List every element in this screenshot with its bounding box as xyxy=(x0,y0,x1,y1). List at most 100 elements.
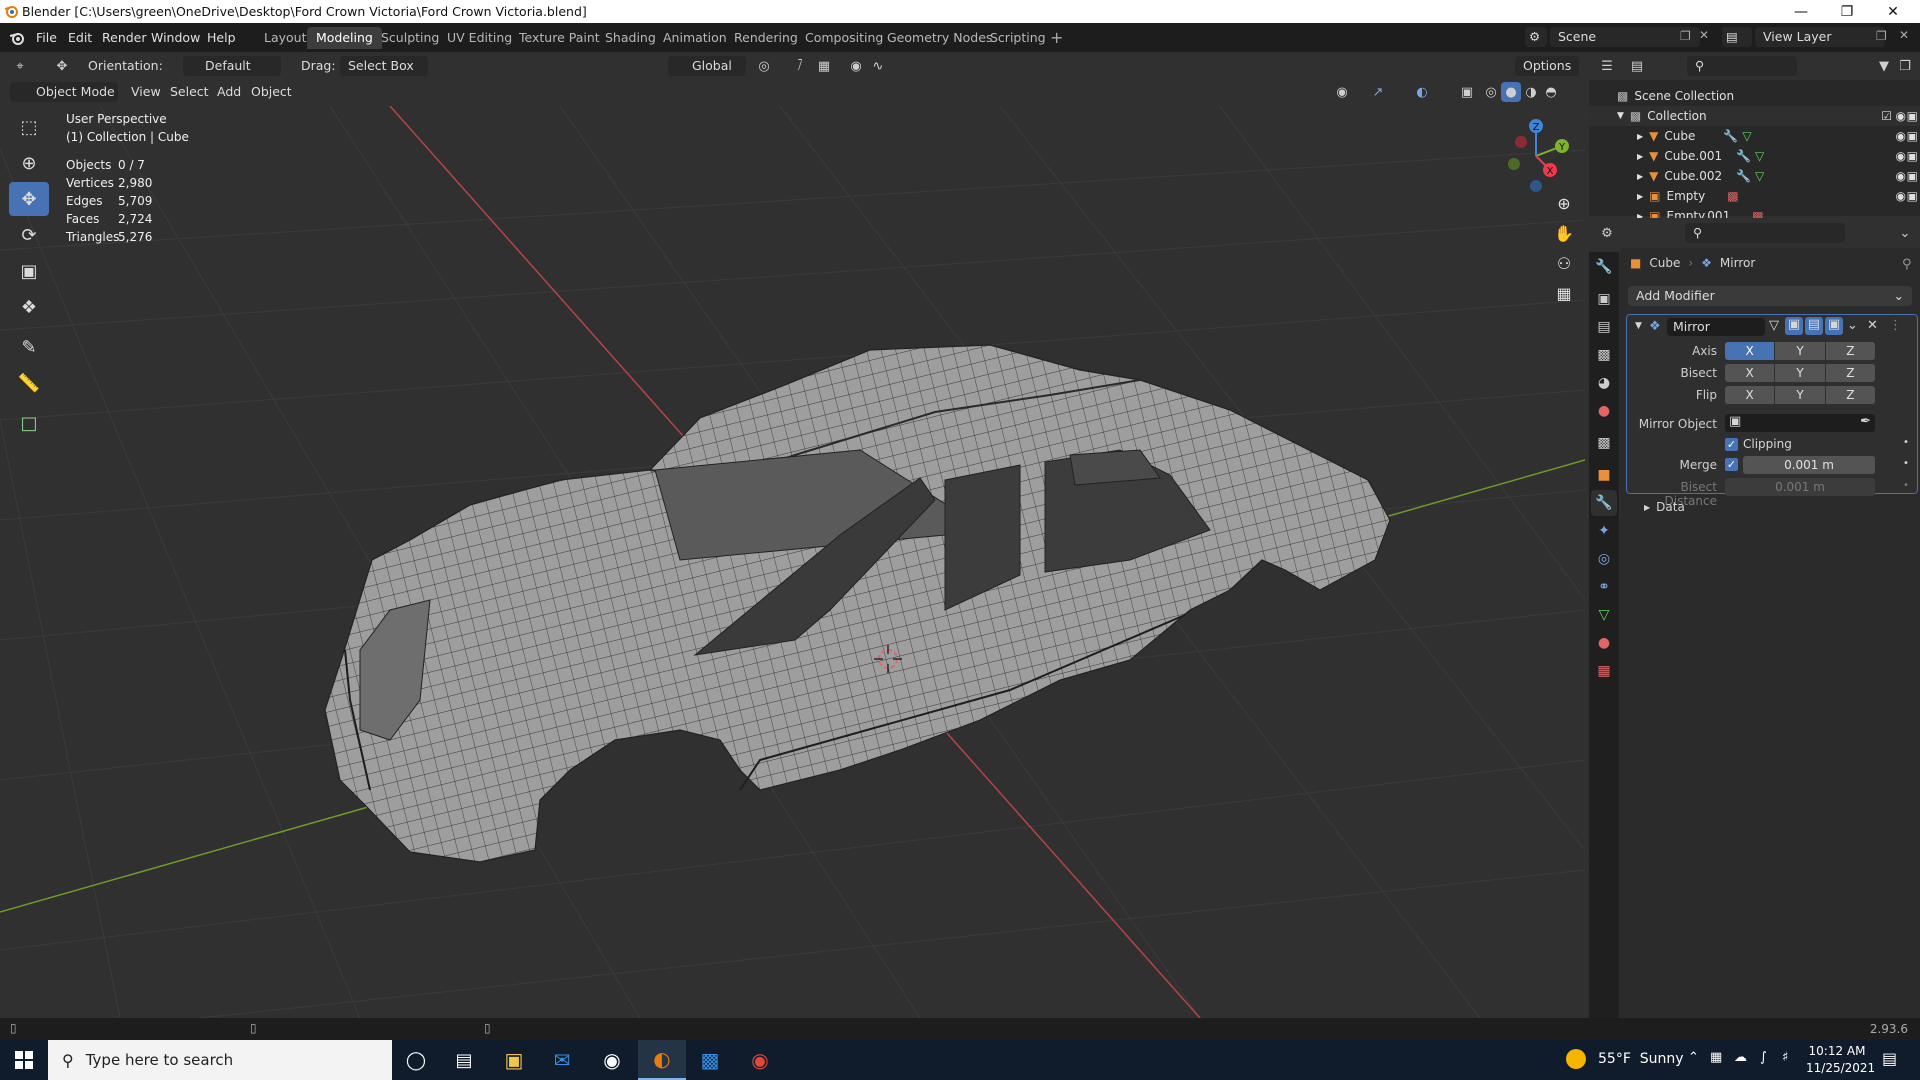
modifier-tab-icon[interactable]: 🔧 xyxy=(1591,490,1617,516)
minimize-icon[interactable]: — xyxy=(1778,0,1824,23)
rotate-tool-icon[interactable]: ⟳ xyxy=(9,218,49,252)
close-icon[interactable]: ✕ xyxy=(1870,0,1916,23)
material-tab-icon[interactable]: ● xyxy=(1591,630,1617,656)
outliner-item-cube-002[interactable]: ▶ ▼ Cube.002 🔧 ▽ ◉ ▣ xyxy=(1589,166,1920,186)
flip-z-toggle[interactable]: Z xyxy=(1825,386,1875,404)
bisect-x-toggle[interactable]: X xyxy=(1725,364,1775,382)
material-preview-icon[interactable]: ◑ xyxy=(1521,82,1541,102)
clipping-checkbox[interactable]: ✓ xyxy=(1725,437,1738,451)
pin-icon[interactable]: ⚲ xyxy=(1902,257,1912,272)
expand-icon[interactable]: ▶ xyxy=(1637,192,1643,201)
tab-rendering[interactable]: Rendering xyxy=(725,27,807,49)
expand-icon[interactable]: ▶ xyxy=(1637,132,1643,141)
view-layer-browse-icon[interactable]: ▤ xyxy=(1722,27,1752,47)
texture-tab-icon[interactable]: ▦ xyxy=(1591,658,1617,684)
properties-options-icon[interactable]: ⌄ xyxy=(1895,223,1915,243)
volume-icon[interactable]: ♯ xyxy=(1782,1050,1788,1065)
car-mesh[interactable] xyxy=(324,344,1391,863)
realtime-toggle-icon[interactable]: ▤ xyxy=(1805,317,1823,335)
blender-menu-icon[interactable] xyxy=(9,30,25,46)
axis-z-toggle[interactable]: Z xyxy=(1825,342,1875,360)
scene-browse-icon[interactable]: ⚙ xyxy=(1525,27,1547,47)
proportional-editing-icon[interactable]: ◉ xyxy=(846,56,866,76)
data-subpanel-header[interactable]: ▶ Data xyxy=(1644,500,1685,514)
new-view-layer-icon[interactable]: ❐ xyxy=(1876,29,1887,43)
cursor-tool-icon[interactable]: ⊕ xyxy=(9,146,49,180)
object-mode-dropdown[interactable]: Object Mode xyxy=(10,82,118,102)
outliner-item-cube-001[interactable]: ▶ ▼ Cube.001 🔧 ▽ ◉ ▣ xyxy=(1589,146,1920,166)
drag-dropdown[interactable]: Select Box xyxy=(340,56,428,76)
visibility-eye-icon[interactable]: ◉ xyxy=(1896,169,1906,183)
modifier-menu-chevron-icon[interactable]: ⌄ xyxy=(1847,318,1858,333)
clipping-keyframe-icon[interactable]: • xyxy=(1903,437,1909,448)
wireframe-shading-icon[interactable]: ◎ xyxy=(1481,82,1501,102)
outliner-collection[interactable]: ▼ ▩ Collection ☑ ◉ ▣ xyxy=(1589,106,1920,126)
taskbar-clock[interactable]: 10:12 AM 11/25/2021 xyxy=(1806,1043,1875,1077)
collection-tab-icon[interactable]: ▩ xyxy=(1591,430,1617,456)
blender-taskbar-icon[interactable]: ◐ xyxy=(638,1040,686,1080)
render-toggle-icon[interactable]: ▣ xyxy=(1825,317,1843,335)
file-explorer-icon[interactable]: ▣ xyxy=(490,1040,538,1080)
scene-name-field[interactable]: Scene xyxy=(1550,27,1700,47)
cage-toggle-icon[interactable]: ▣ xyxy=(1785,317,1803,335)
axis-y-toggle[interactable]: Y xyxy=(1775,342,1825,360)
menu-window[interactable]: Window xyxy=(145,28,206,47)
transform-tool-icon[interactable]: ❖ xyxy=(9,290,49,324)
render-tab-icon[interactable]: ▣ xyxy=(1591,286,1617,312)
editor-type-icon[interactable]: ⌖ xyxy=(10,56,30,76)
new-collection-icon[interactable]: ❐ xyxy=(1895,56,1915,76)
visibility-icon[interactable]: ◉ xyxy=(1332,82,1352,102)
photos-icon[interactable]: ▩ xyxy=(686,1040,734,1080)
particles-tab-icon[interactable]: ✦ xyxy=(1591,518,1617,544)
output-tab-icon[interactable]: ▤ xyxy=(1591,314,1617,340)
overlays-toggle-icon[interactable]: ◐ xyxy=(1412,82,1432,102)
orientation-dropdown[interactable]: Default xyxy=(183,56,281,76)
expand-icon[interactable]: ▶ xyxy=(1637,152,1643,161)
tool-tab-icon[interactable]: 🔧 xyxy=(1591,254,1617,280)
world-tab-icon[interactable]: ● xyxy=(1591,398,1617,424)
tab-animation[interactable]: Animation xyxy=(654,27,736,49)
bisect-distance-field[interactable]: 0.001 m xyxy=(1725,478,1875,496)
bisect-y-toggle[interactable]: Y xyxy=(1775,364,1825,382)
mirror-object-field[interactable]: ▣ ✒ xyxy=(1725,414,1875,432)
mail-icon[interactable]: ✉ xyxy=(538,1040,586,1080)
zoom-icon[interactable]: ⊕ xyxy=(1551,190,1577,216)
remove-modifier-icon[interactable]: ✕ xyxy=(1867,318,1878,333)
move-tool-icon[interactable]: ✥ xyxy=(52,56,72,76)
taskbar-search-box[interactable]: ⚲ Type here to search xyxy=(48,1040,392,1080)
render-camera-icon[interactable]: ▣ xyxy=(1907,189,1918,203)
transform-orientation-dropdown[interactable]: Global xyxy=(668,56,746,76)
merge-distance-field[interactable]: 0.001 m xyxy=(1743,456,1875,474)
physics-tab-icon[interactable]: ◎ xyxy=(1591,546,1617,572)
remove-view-layer-icon[interactable]: ✕ xyxy=(1899,28,1909,42)
visibility-eye-icon[interactable]: ◉ xyxy=(1896,149,1906,163)
pan-hand-icon[interactable]: ✋ xyxy=(1551,220,1577,246)
tab-sculpting[interactable]: Sculpting xyxy=(372,27,448,49)
onedrive-cloud-icon[interactable]: ☁ xyxy=(1734,1050,1747,1065)
solid-shading-icon[interactable]: ● xyxy=(1501,82,1521,102)
neg-z-axis-handle[interactable] xyxy=(1530,180,1542,192)
annotate-tool-icon[interactable]: ✎ xyxy=(9,330,49,364)
visibility-eye-icon[interactable]: ◉ xyxy=(1896,109,1906,123)
view-menu[interactable]: View xyxy=(131,84,161,99)
visibility-eye-icon[interactable]: ◉ xyxy=(1896,129,1906,143)
snap-target-icon[interactable]: ▦ xyxy=(814,56,834,76)
merge-checkbox[interactable]: ✓ xyxy=(1725,458,1738,471)
navigation-gizmo[interactable]: Z Y X xyxy=(1490,112,1572,194)
render-camera-icon[interactable]: ▣ xyxy=(1907,129,1918,143)
eyedropper-icon[interactable]: ✒ xyxy=(1860,414,1871,429)
view-layer-tab-icon[interactable]: ▩ xyxy=(1591,342,1617,368)
bisect-z-toggle[interactable]: Z xyxy=(1825,364,1875,382)
flip-y-toggle[interactable]: Y xyxy=(1775,386,1825,404)
edit-mode-toggle-icon[interactable]: ▽ xyxy=(1769,318,1779,333)
add-menu[interactable]: Add xyxy=(217,84,241,99)
outliner-scene-collection[interactable]: ▩ Scene Collection xyxy=(1589,86,1920,106)
cortana-icon[interactable]: ◯ xyxy=(392,1040,440,1080)
visibility-eye-icon[interactable]: ◉ xyxy=(1896,189,1906,203)
outliner-search-input[interactable]: ⚲ xyxy=(1687,56,1797,76)
outliner-editor-type-icon[interactable]: ☰ xyxy=(1597,56,1617,76)
tab-scripting[interactable]: Scripting xyxy=(981,27,1055,49)
snap-icon[interactable]: ⧶ xyxy=(790,56,810,76)
add-modifier-button[interactable]: Add Modifier ⌄ xyxy=(1628,286,1912,306)
scale-tool-icon[interactable]: ▣ xyxy=(9,254,49,288)
